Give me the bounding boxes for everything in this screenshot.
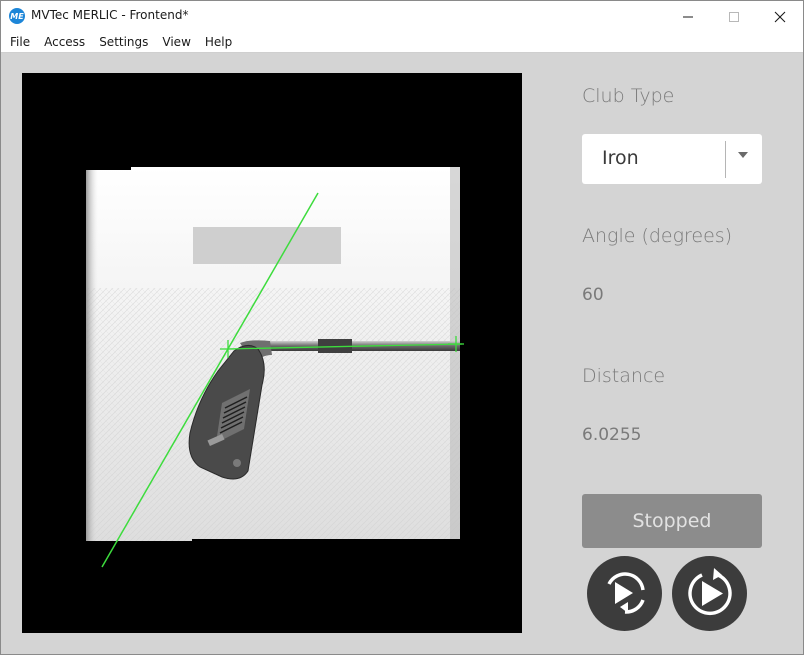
dropdown-separator (725, 141, 726, 178)
maximize-button[interactable] (711, 1, 757, 32)
distance-value: 6.0255 (582, 425, 642, 445)
distance-label: Distance (582, 365, 666, 387)
menu-view[interactable]: View (155, 32, 197, 52)
window-title: MVTec MERLIC - Frontend* (31, 8, 189, 22)
menu-settings[interactable]: Settings (92, 32, 155, 52)
close-button[interactable] (757, 1, 803, 32)
title-bar[interactable]: ME MVTec MERLIC - Frontend* (1, 1, 803, 32)
club-type-label: Club Type (582, 85, 675, 107)
menu-bar: File Access Settings View Help (1, 32, 803, 53)
results-panel: Club Type Iron Angle (degrees) 60 Distan… (1, 53, 803, 654)
chevron-down-icon[interactable] (738, 152, 748, 158)
continuous-run-button[interactable] (672, 556, 747, 631)
status-button[interactable]: Stopped (582, 494, 762, 548)
menu-help[interactable]: Help (198, 32, 239, 52)
app-window: ME MVTec MERLIC - Frontend* File Access … (0, 0, 804, 655)
content-area: Club Type Iron Angle (degrees) 60 Distan… (1, 53, 803, 654)
close-icon (774, 11, 786, 22)
menu-file[interactable]: File (1, 32, 37, 52)
club-type-dropdown[interactable]: Iron (582, 134, 762, 184)
club-type-value: Iron (602, 147, 639, 169)
single-run-icon (607, 572, 645, 614)
angle-value: 60 (582, 285, 604, 305)
minimize-icon (683, 16, 693, 17)
single-run-button[interactable] (587, 556, 662, 631)
app-logo-icon: ME (9, 8, 25, 24)
minimize-button[interactable] (665, 1, 711, 32)
angle-label: Angle (degrees) (582, 225, 733, 247)
maximize-icon (729, 11, 739, 22)
continuous-run-icon (688, 568, 732, 616)
menu-access[interactable]: Access (37, 32, 92, 52)
